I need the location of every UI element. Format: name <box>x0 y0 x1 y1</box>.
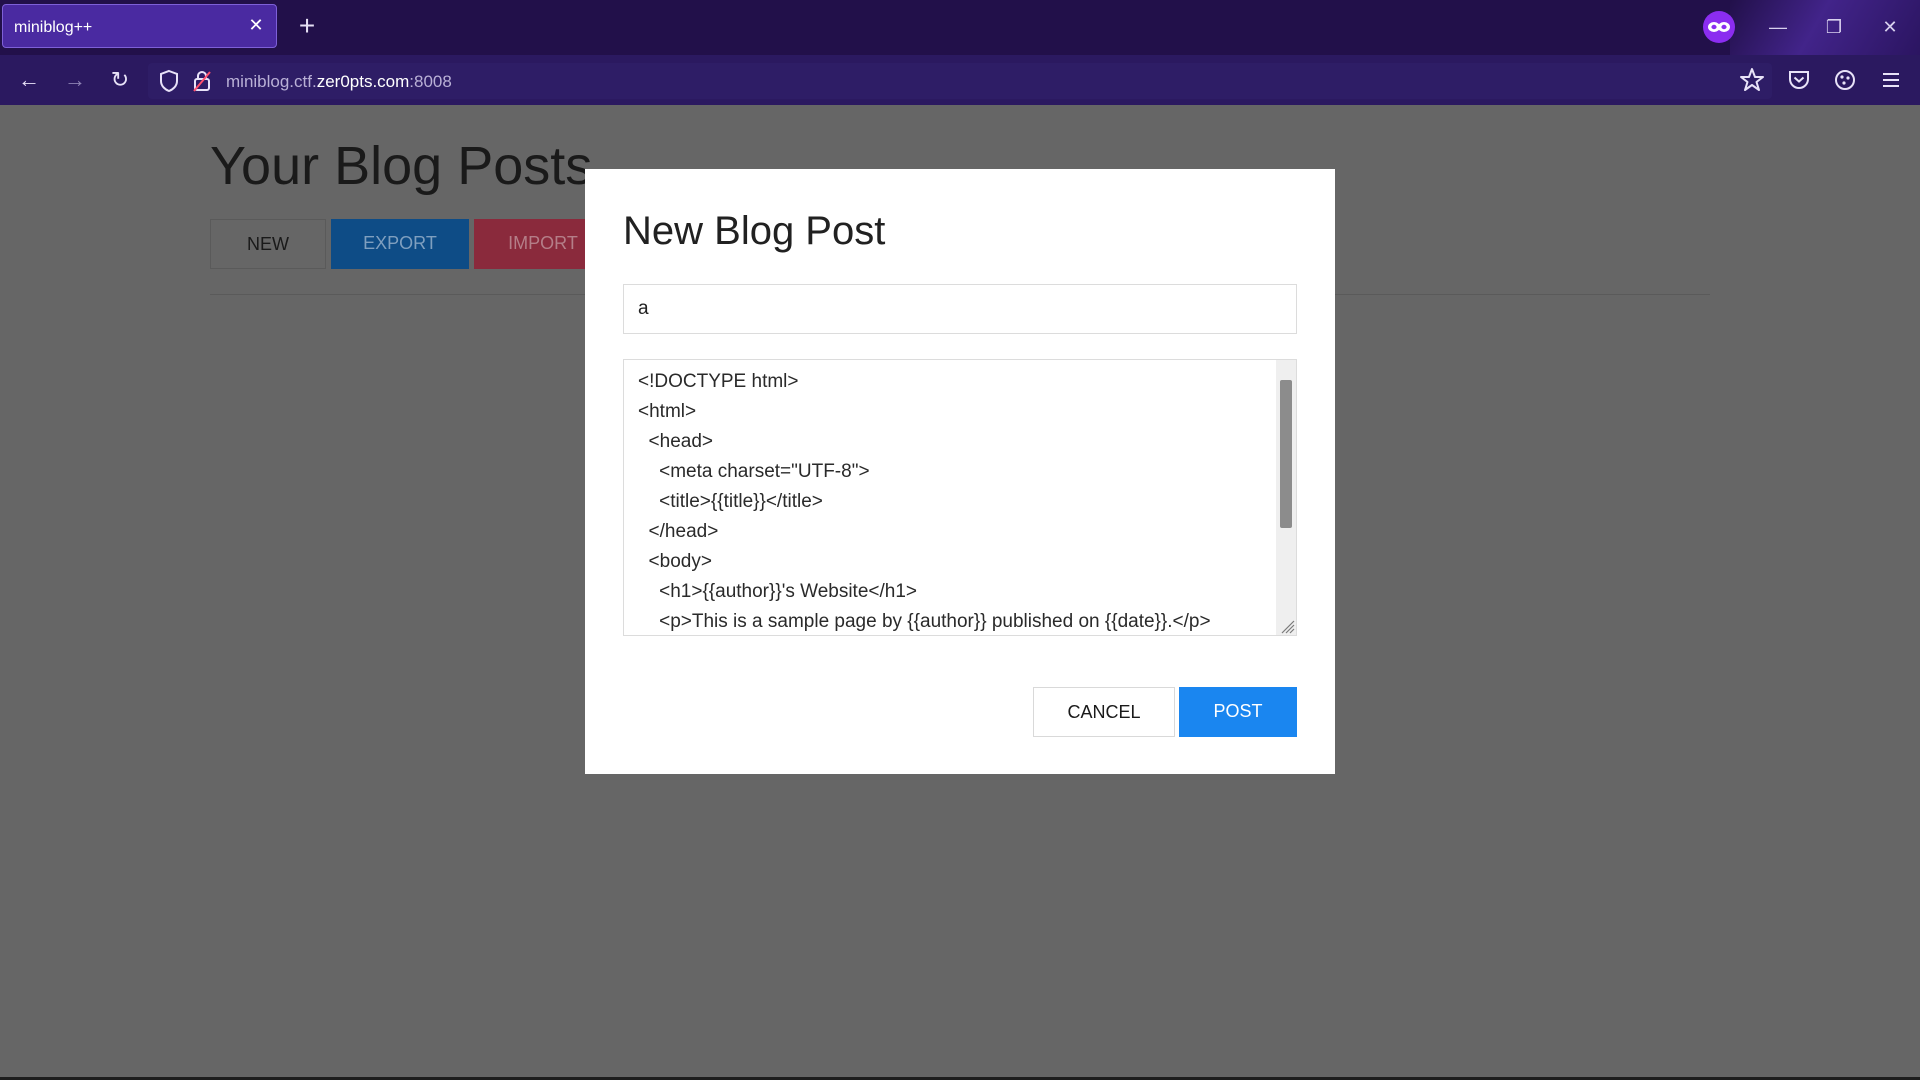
code-line: <!DOCTYPE html> <box>638 371 799 392</box>
back-button[interactable]: ← <box>14 65 44 95</box>
post-title-input[interactable] <box>623 284 1297 334</box>
tab-title: miniblog++ <box>14 19 93 36</box>
new-tab-button[interactable]: + <box>292 10 322 42</box>
browser-titlebar: miniblog++ ✕ + — ❐ ✕ <box>0 0 1920 55</box>
browser-toolbar: ← → ↻ miniblog.ctf.zer0pts.com:8008 <box>0 55 1920 105</box>
bookmark-star-icon[interactable] <box>1737 65 1767 95</box>
new-post-button[interactable]: NEW <box>210 219 326 269</box>
cancel-button[interactable]: CANCEL <box>1033 687 1175 737</box>
url-domain: zer0pts.com <box>316 72 410 91</box>
textarea-scrollbar[interactable] <box>1276 360 1296 635</box>
code-line: </head> <box>638 521 719 542</box>
post-content-textarea[interactable]: <!DOCTYPE html> <html> <head> <meta char… <box>623 359 1297 636</box>
url-port: :8008 <box>409 72 452 91</box>
code-line: <title>{{title}}</title> <box>638 491 823 512</box>
restore-button[interactable]: ❐ <box>1812 12 1856 42</box>
menu-icon[interactable] <box>1876 65 1906 95</box>
lock-icon[interactable] <box>192 69 212 93</box>
code-line: <body> <box>638 551 712 572</box>
window-close-button[interactable]: ✕ <box>1868 12 1912 42</box>
forward-button[interactable]: → <box>60 65 90 95</box>
tab-close-icon[interactable]: ✕ <box>246 15 266 35</box>
reload-button[interactable]: ↻ <box>105 65 135 95</box>
url-bar[interactable]: miniblog.ctf.zer0pts.com:8008 <box>148 63 1772 99</box>
resize-grip-icon[interactable] <box>1279 618 1295 634</box>
dialog-title: New Blog Post <box>623 209 886 253</box>
pocket-icon[interactable] <box>1784 65 1814 95</box>
scrollbar-thumb[interactable] <box>1280 380 1292 528</box>
url-prefix: miniblog.ctf. <box>226 72 317 91</box>
code-line: <head> <box>638 431 714 452</box>
code-line: <h1>{{author}}'s Website</h1> <box>638 581 917 602</box>
extensions-icon[interactable] <box>1830 65 1860 95</box>
private-browsing-icon <box>1703 11 1735 43</box>
export-button[interactable]: EXPORT <box>331 219 469 269</box>
code-line: <html> <box>638 401 697 422</box>
new-post-dialog: New Blog Post <!DOCTYPE html> <html> <he… <box>585 169 1335 774</box>
url-text[interactable]: miniblog.ctf.zer0pts.com:8008 <box>226 72 452 92</box>
shield-icon[interactable] <box>158 69 180 93</box>
post-button[interactable]: POST <box>1179 687 1297 737</box>
code-line: <meta charset="UTF-8"> <box>638 461 870 482</box>
minimize-button[interactable]: — <box>1756 12 1800 42</box>
page-title: Your Blog Posts <box>210 136 593 196</box>
browser-tab[interactable]: miniblog++ ✕ <box>2 4 277 48</box>
code-line: <p>This is a sample page by {{author}} p… <box>638 611 1211 632</box>
